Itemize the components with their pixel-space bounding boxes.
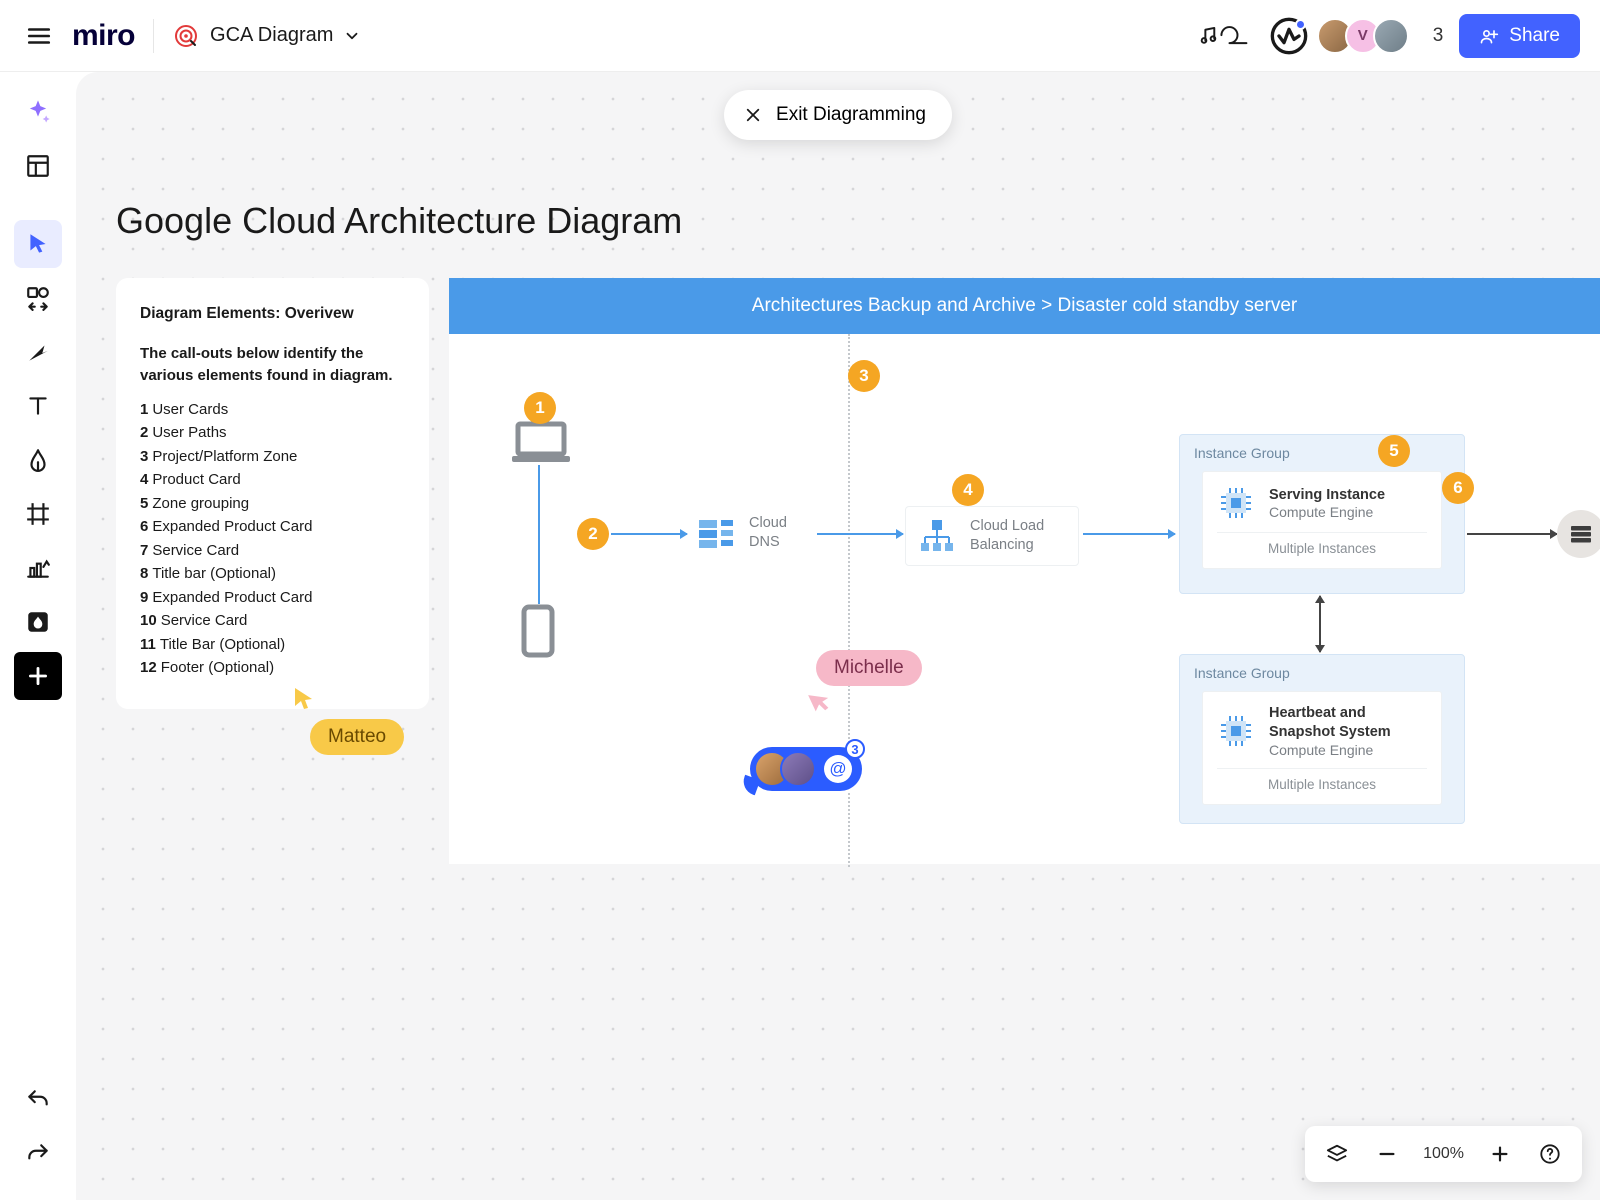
instance-group-bottom[interactable]: Instance Group Heartbeat and Snapshot Sy… [1179,654,1465,824]
hb-title: Heartbeat and Snapshot System [1269,704,1427,742]
avatar [780,751,816,787]
serving-instance-card[interactable]: Serving Instance Compute Engine Multiple… [1202,471,1442,569]
notification-dot [1295,19,1306,30]
ig-title: Instance Group [1194,445,1290,461]
connector-tool[interactable] [14,328,62,376]
zoom-level[interactable]: 100% [1417,1145,1470,1163]
cursor-matteo: Matteo [292,686,404,755]
text-tool[interactable] [14,382,62,430]
diagram-body: 1 2 3 4 5 6 Cloud DNS Cloud Load Balanci… [449,334,1600,864]
hb-sub: Compute Engine [1269,742,1427,758]
add-tool[interactable] [14,652,62,700]
divider [153,19,154,53]
phone-icon [521,604,555,663]
callout-2: 2 [577,518,609,550]
cursor-michelle: Michelle [816,650,922,719]
cloud-dns-icon [697,514,735,552]
board-icon [172,22,200,50]
overview-title: Diagram Elements: Overivew [140,302,405,325]
arrow [817,533,903,535]
cursor-label: Matteo [310,719,404,755]
top-bar: miro GCA Diagram V 3 Share [0,0,1600,72]
mention-count: 3 [845,739,865,759]
template-tool[interactable] [14,142,62,190]
instance-group-top[interactable]: Instance Group Serving Instance Compute … [1179,434,1465,594]
serving-sub: Compute Engine [1269,504,1385,520]
share-label: Share [1509,25,1560,47]
board-name[interactable]: GCA Diagram [210,24,333,47]
pen-tool[interactable] [14,436,62,484]
chart-tool[interactable] [14,544,62,592]
presence-count: 3 [1433,25,1444,47]
activity-button[interactable] [1269,16,1309,56]
user-path-vline [538,465,540,604]
arrow [611,533,687,535]
undo-button[interactable] [14,1076,62,1124]
ig-title: Instance Group [1194,665,1290,681]
multiple-instances: Multiple Instances [1217,532,1427,556]
compute-engine-icon [1217,712,1255,750]
zoom-out-button[interactable] [1367,1134,1407,1174]
layers-button[interactable] [1317,1134,1357,1174]
exit-diagramming-button[interactable]: Exit Diagramming [724,90,952,140]
share-button[interactable]: Share [1459,14,1580,58]
diagram-frame[interactable]: Architectures Backup and Archive > Disas… [449,278,1600,864]
more-apps-tool[interactable] [14,598,62,646]
overview-subtitle: The call-outs below identify the various… [140,343,405,387]
cloud-dns-label: Cloud DNS [749,514,809,552]
callout-5: 5 [1378,435,1410,467]
arrow [1083,533,1175,535]
canvas[interactable]: Exit Diagramming Google Cloud Architectu… [76,72,1600,1200]
callout-1: 1 [524,392,556,424]
laptop-icon [510,420,572,469]
avatar[interactable] [1373,18,1409,54]
callout-6: 6 [1442,472,1474,504]
cloud-dns-card[interactable]: Cloud DNS [697,514,809,552]
main-menu-button[interactable] [20,17,58,55]
canvas-title: Google Cloud Architecture Diagram [116,200,682,242]
overview-card[interactable]: Diagram Elements: Overivew The call-outs… [116,278,429,709]
miro-logo[interactable]: miro [72,19,135,53]
arrow [1467,533,1557,535]
redo-button[interactable] [14,1130,62,1178]
serving-title: Serving Instance [1269,486,1385,505]
exit-label: Exit Diagramming [776,104,926,126]
heartbeat-card[interactable]: Heartbeat and Snapshot System Compute En… [1202,691,1442,805]
help-button[interactable] [1530,1134,1570,1174]
presence-avatars[interactable]: V [1325,18,1409,54]
ai-tool[interactable] [14,88,62,136]
at-icon: @ [824,755,852,783]
board-menu-chevron[interactable] [343,27,361,45]
cloud-lb-label: Cloud Load Balancing [970,517,1060,555]
zoom-in-button[interactable] [1480,1134,1520,1174]
callout-3: 3 [848,360,880,392]
shapes-tool[interactable] [14,274,62,322]
multiple-instances: Multiple Instances [1217,768,1427,792]
mention-bubble[interactable]: @ 3 [750,747,862,791]
overview-list: 1User Cards 2User Paths 3Project/Platfor… [140,399,405,680]
select-tool[interactable] [14,220,62,268]
view-controls: 100% [1305,1126,1582,1182]
left-toolbar [6,80,70,1186]
cursor-label: Michelle [816,650,922,686]
diagram-titlebar: Architectures Backup and Archive > Disas… [449,278,1600,334]
cloud-lb-card[interactable]: Cloud Load Balancing [905,506,1079,566]
music-doodle-icon[interactable] [1197,16,1253,56]
bidir-arrow [1319,596,1321,652]
storage-icon[interactable] [1557,510,1600,558]
frame-tool[interactable] [14,490,62,538]
cloud-lb-icon [918,517,956,555]
compute-engine-icon [1217,484,1255,522]
callout-4: 4 [952,474,984,506]
